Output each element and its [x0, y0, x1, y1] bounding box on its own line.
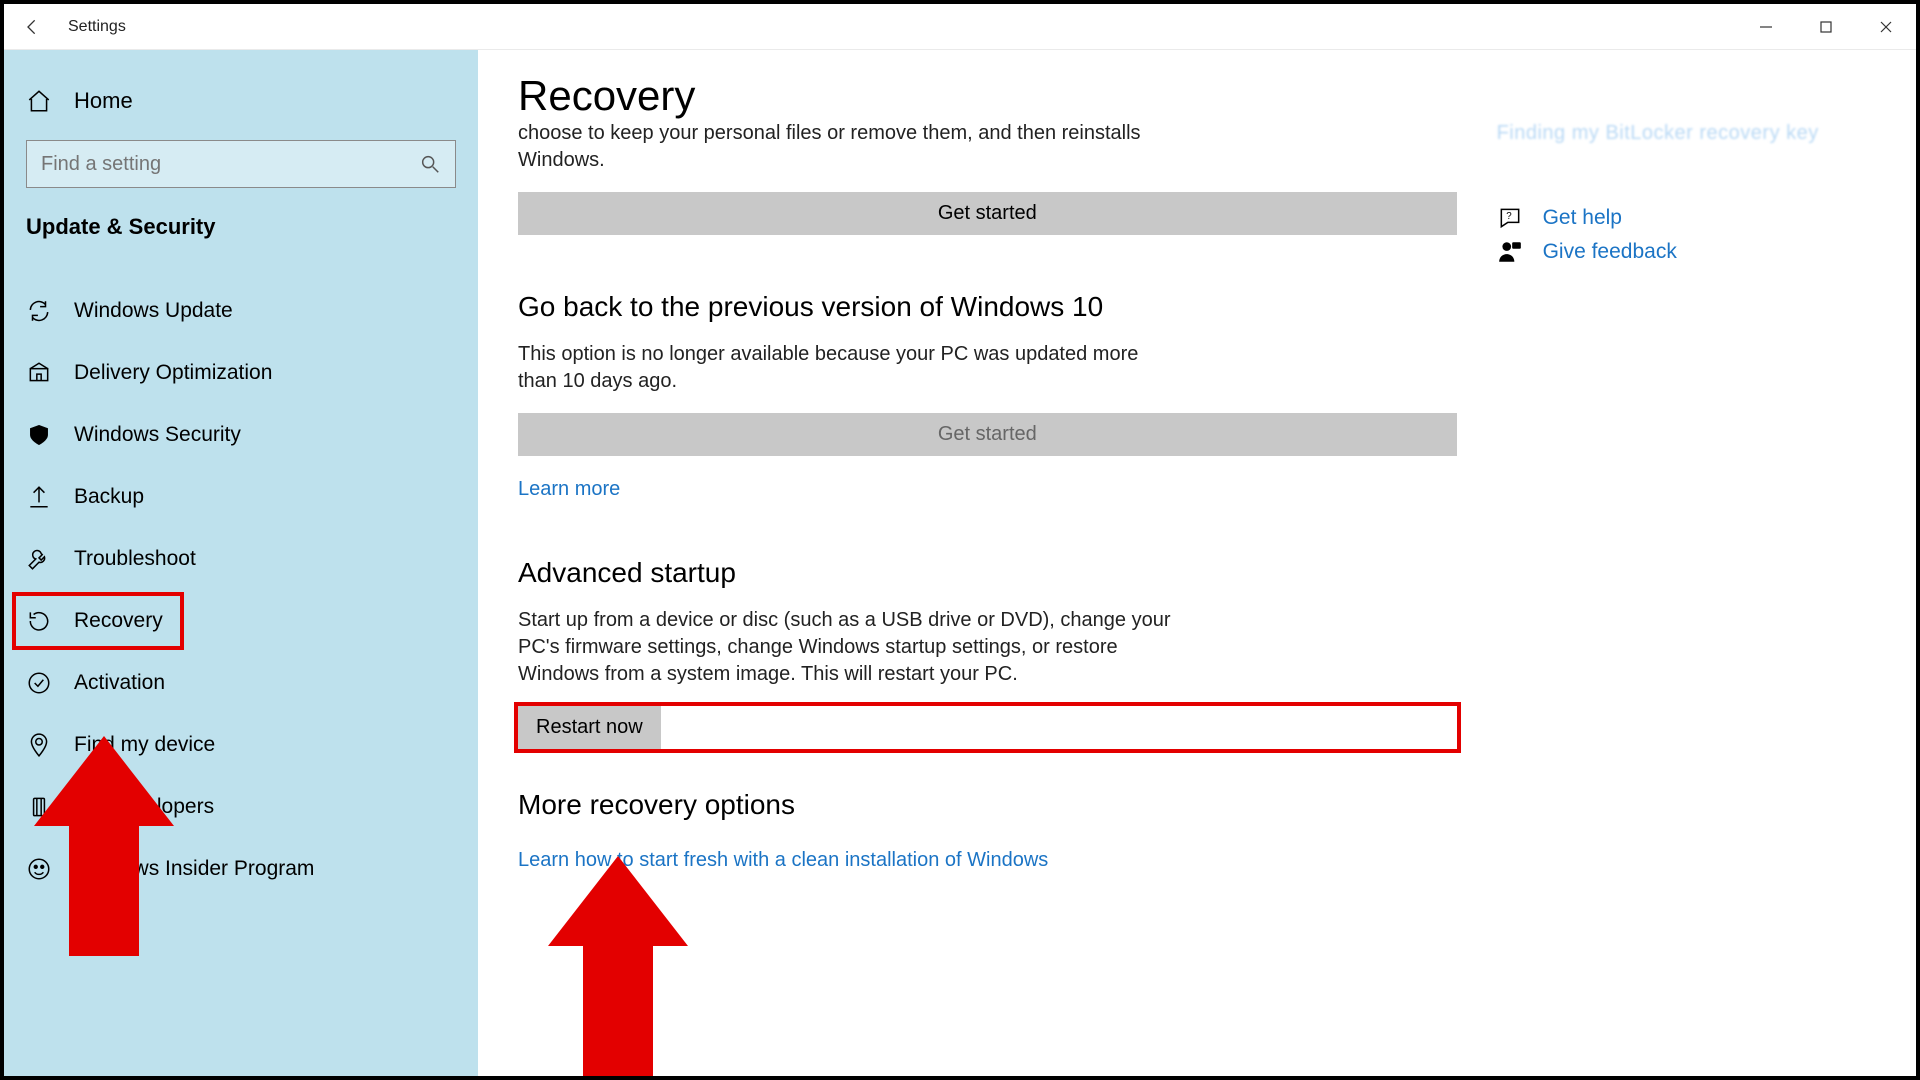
location-icon: [26, 732, 52, 758]
wrench-icon: [26, 546, 52, 572]
get-started-goback-button[interactable]: Get started: [518, 413, 1457, 456]
sidebar-item-activation[interactable]: Activation: [4, 652, 478, 714]
sidebar-item-recovery[interactable]: Recovery: [4, 590, 478, 652]
more-heading: More recovery options: [518, 789, 1457, 821]
advanced-paragraph: Start up from a device or disc (such as …: [518, 607, 1178, 688]
content: Recovery choose to keep your personal fi…: [518, 72, 1457, 1076]
home-label: Home: [74, 88, 133, 114]
restart-now-button[interactable]: Restart now: [518, 706, 661, 749]
shield-icon: [26, 422, 52, 448]
feedback-icon: [1497, 239, 1523, 265]
check-circle-icon: [26, 670, 52, 696]
sidebar-item-label: Windows Update: [74, 299, 233, 323]
start-fresh-link[interactable]: Learn how to start fresh with a clean in…: [518, 849, 1457, 872]
sidebar-item-label: Windows Insider Program: [74, 857, 314, 881]
get-started-reset-button[interactable]: Get started: [518, 192, 1457, 235]
home-icon: [26, 88, 52, 114]
give-feedback-link[interactable]: Give feedback: [1497, 239, 1876, 265]
backup-icon: [26, 484, 52, 510]
sidebar-item-label: For developers: [74, 795, 214, 819]
close-button[interactable]: [1856, 4, 1916, 49]
sidebar-item-troubleshoot[interactable]: Troubleshoot: [4, 528, 478, 590]
sidebar-item-windows-security[interactable]: Windows Security: [4, 404, 478, 466]
get-help-link[interactable]: ? Get help: [1497, 205, 1876, 231]
nav: Windows Update Delivery Optimization Win…: [4, 280, 478, 900]
sidebar-item-find-my-device[interactable]: Find my device: [4, 714, 478, 776]
minimize-button[interactable]: [1736, 4, 1796, 49]
svg-text:?: ?: [1506, 211, 1512, 222]
sidebar-item-delivery-optimization[interactable]: Delivery Optimization: [4, 342, 478, 404]
titlebar: Settings: [4, 4, 1916, 50]
goback-heading: Go back to the previous version of Windo…: [518, 291, 1457, 323]
developers-icon: [26, 794, 52, 820]
get-help-text: Get help: [1543, 206, 1622, 230]
back-icon[interactable]: [22, 16, 44, 38]
search-input[interactable]: [41, 153, 419, 176]
sidebar-item-label: Delivery Optimization: [74, 361, 272, 385]
sidebar-item-label: Activation: [74, 671, 165, 695]
window-controls: [1736, 4, 1916, 49]
main: Recovery choose to keep your personal fi…: [478, 50, 1916, 1076]
insider-icon: [26, 856, 52, 882]
help-icon: ?: [1497, 205, 1523, 231]
sidebar-item-label: Windows Security: [74, 423, 241, 447]
reset-paragraph: choose to keep your personal files or re…: [518, 120, 1178, 174]
right-column: Finding my BitLocker recovery key ? Get …: [1497, 72, 1876, 1076]
home-button[interactable]: Home: [4, 68, 478, 132]
titlebar-left: Settings: [4, 4, 126, 49]
restart-now-wrap: Restart now: [518, 706, 1457, 749]
window-title: Settings: [68, 18, 126, 36]
sidebar-item-windows-update[interactable]: Windows Update: [4, 280, 478, 342]
sidebar-item-windows-insider[interactable]: Windows Insider Program: [4, 838, 478, 900]
give-feedback-text: Give feedback: [1543, 240, 1677, 264]
page-title: Recovery: [518, 72, 1457, 120]
bitlocker-link[interactable]: Finding my BitLocker recovery key: [1497, 122, 1876, 145]
learn-more-link[interactable]: Learn more: [518, 478, 1457, 501]
sidebar: Home Update & Security Windows Update: [4, 50, 478, 1076]
goback-paragraph: This option is no longer available becau…: [518, 341, 1178, 395]
section-title: Update & Security: [4, 210, 478, 260]
search-box[interactable]: [26, 140, 456, 188]
search-icon: [419, 153, 441, 175]
sidebar-item-label: Find my device: [74, 733, 215, 757]
sidebar-item-label: Backup: [74, 485, 144, 509]
sync-icon: [26, 298, 52, 324]
sidebar-item-backup[interactable]: Backup: [4, 466, 478, 528]
advanced-heading: Advanced startup: [518, 557, 1457, 589]
recovery-icon: [26, 608, 52, 634]
body: Home Update & Security Windows Update: [4, 50, 1916, 1076]
settings-window: Settings Home: [0, 0, 1920, 1080]
maximize-button[interactable]: [1796, 4, 1856, 49]
sidebar-item-label: Recovery: [74, 609, 163, 633]
delivery-icon: [26, 360, 52, 386]
sidebar-item-for-developers[interactable]: For developers: [4, 776, 478, 838]
sidebar-item-label: Troubleshoot: [74, 547, 196, 571]
